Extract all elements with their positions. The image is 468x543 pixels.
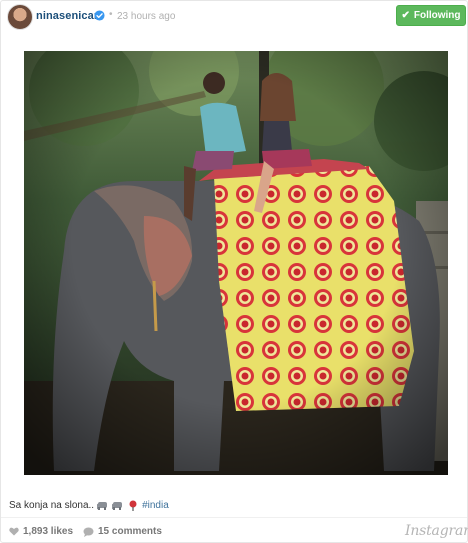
heart-icon xyxy=(9,527,19,536)
post-timestamp[interactable]: 23 hours ago xyxy=(117,11,175,22)
pin-emoji-icon xyxy=(129,500,137,511)
post-footer: 1,893 likes 15 comments Instagram xyxy=(1,517,468,543)
post-caption: Sa konja na slona.. #india xyxy=(9,500,169,511)
comments-count[interactable]: 15 comments xyxy=(83,526,162,537)
elephant-emoji-icon xyxy=(97,502,108,510)
elephant-emoji-icon xyxy=(112,502,123,510)
verified-badge-icon xyxy=(94,10,105,21)
likes-label: 1,893 likes xyxy=(23,526,74,537)
photo-image xyxy=(24,51,448,475)
post-card: ninasenicar • 23 hours ago ✔ Following S… xyxy=(0,0,468,543)
caption-text: Sa konja na slona.. xyxy=(9,500,95,511)
checkmark-icon: ✔ xyxy=(401,10,410,21)
following-label: Following xyxy=(413,10,461,21)
post-photo[interactable] xyxy=(24,51,448,475)
post-header: ninasenicar • 23 hours ago ✔ Following xyxy=(1,1,467,33)
instagram-logo[interactable]: Instagram xyxy=(405,523,468,539)
separator-dot: • xyxy=(109,9,113,20)
comments-label: 15 comments xyxy=(98,526,162,537)
comment-bubble-icon xyxy=(83,527,94,537)
hashtag-link[interactable]: #india xyxy=(142,500,169,511)
username-link[interactable]: ninasenicar xyxy=(36,10,98,22)
likes-count[interactable]: 1,893 likes xyxy=(9,526,73,537)
avatar[interactable] xyxy=(7,4,33,30)
following-button[interactable]: ✔ Following xyxy=(396,5,466,26)
